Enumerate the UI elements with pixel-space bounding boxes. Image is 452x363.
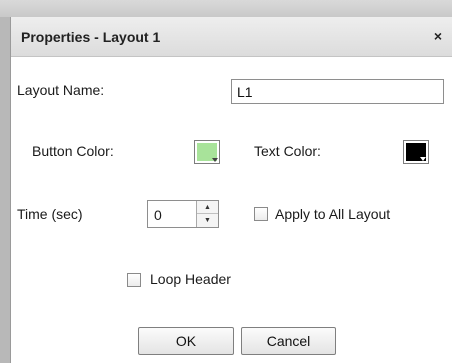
- spin-down-icon[interactable]: ▼: [197, 214, 218, 227]
- dropdown-arrow-icon: [420, 157, 426, 161]
- properties-dialog: Properties - Layout 1 × Layout Name: But…: [10, 17, 452, 363]
- cancel-button[interactable]: Cancel: [241, 327, 336, 355]
- ok-button[interactable]: OK: [138, 327, 234, 355]
- text-color-label: Text Color:: [254, 143, 321, 159]
- text-color-picker[interactable]: [403, 140, 429, 164]
- layout-name-label: Layout Name:: [17, 82, 105, 98]
- dropdown-arrow-icon: [212, 158, 218, 162]
- dialog-titlebar[interactable]: Properties - Layout 1 ×: [11, 17, 452, 57]
- spinner-buttons: ▲ ▼: [196, 201, 218, 227]
- apply-all-label[interactable]: Apply to All Layout: [275, 206, 390, 222]
- text-color-swatch: [406, 143, 426, 161]
- loop-header-checkbox[interactable]: [127, 273, 141, 287]
- close-icon[interactable]: ×: [434, 28, 442, 44]
- button-color-label: Button Color:: [32, 143, 114, 159]
- time-label: Time (sec): [17, 206, 83, 222]
- button-color-swatch: [197, 143, 218, 162]
- apply-all-checkbox[interactable]: [254, 207, 268, 221]
- time-spinner[interactable]: 0 ▲ ▼: [147, 200, 219, 228]
- time-value[interactable]: 0: [154, 207, 162, 223]
- spin-up-icon[interactable]: ▲: [197, 201, 218, 214]
- background-window-edge: [0, 17, 10, 363]
- background-window-strip: [0, 0, 452, 17]
- button-color-picker[interactable]: [194, 140, 220, 164]
- dialog-title: Properties - Layout 1: [21, 29, 161, 45]
- layout-name-input[interactable]: [231, 79, 444, 104]
- loop-header-label[interactable]: Loop Header: [150, 271, 231, 287]
